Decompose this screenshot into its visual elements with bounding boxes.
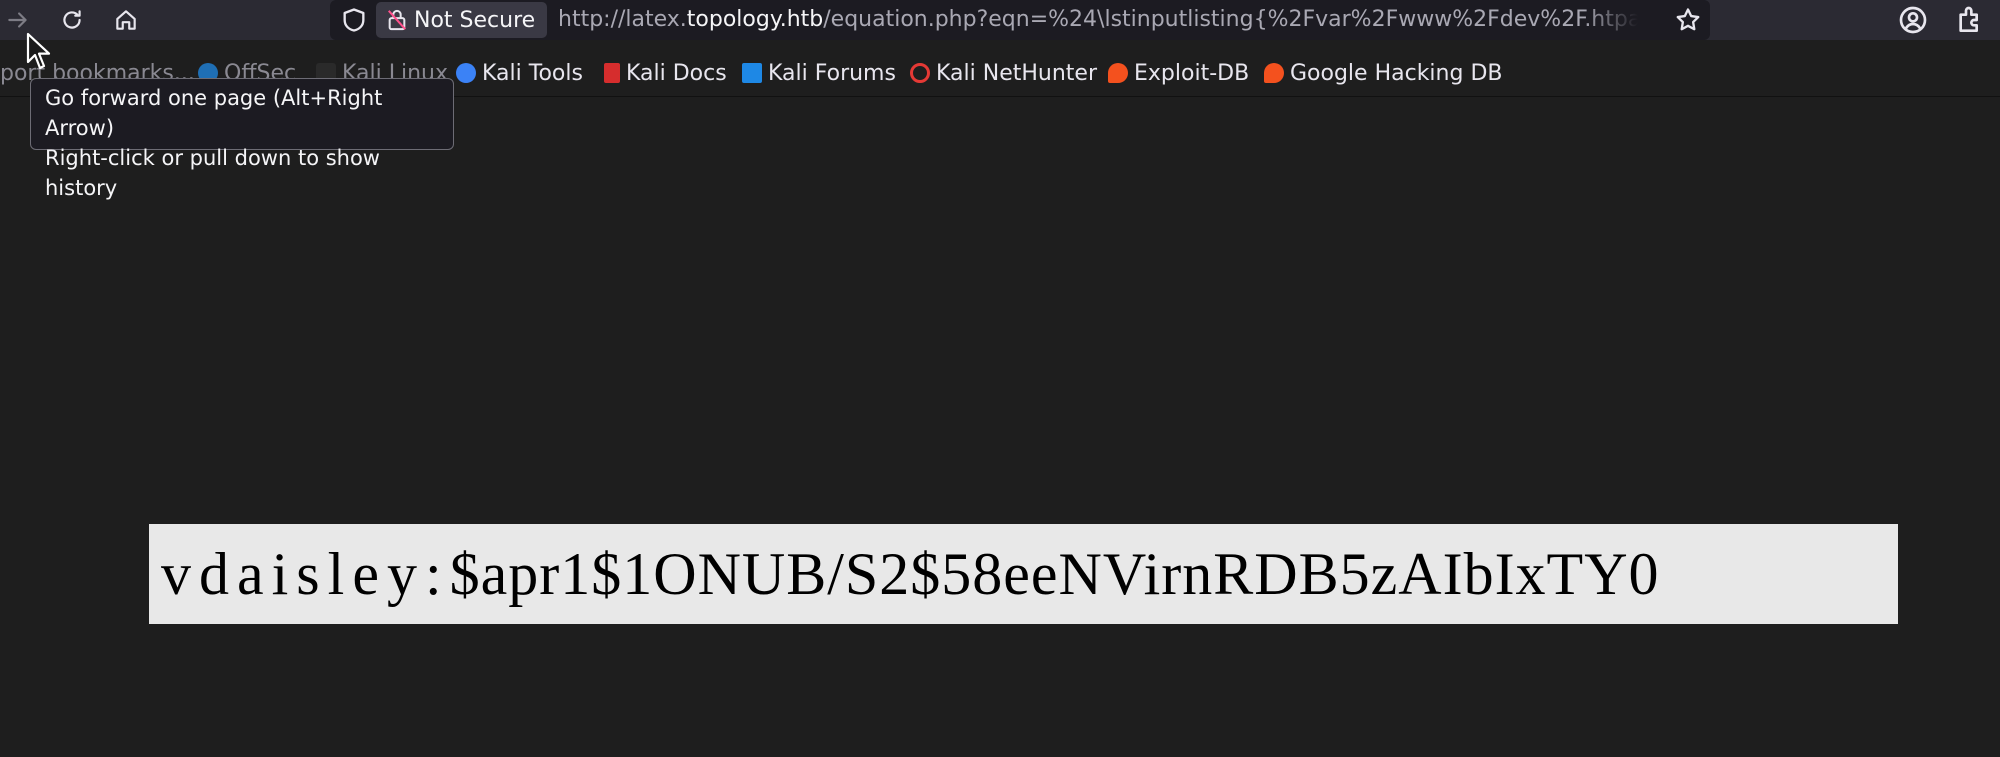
browser-window: Not Secure http://latex.topology.htb/equ…: [0, 0, 2000, 757]
account-icon[interactable]: [1897, 4, 1929, 36]
tooltip-line-2: Right-click or pull down to show history: [45, 146, 380, 200]
reload-icon: [63, 10, 81, 29]
equation-text: vdaisley:$apr1$1ONUB/S2$58eeNVirnRDB5zAI…: [161, 524, 1660, 624]
bookmark-label: Exploit-DB: [1134, 60, 1250, 86]
browser-toolbar: Not Secure http://latex.topology.htb/equ…: [0, 0, 2000, 40]
arrow-right-icon: [8, 12, 27, 28]
bookmark-kali-docs[interactable]: Kali Docs: [604, 55, 727, 91]
home-button[interactable]: [108, 2, 144, 38]
url-host: topology.htb: [686, 7, 824, 32]
bookmark-label: Kali Forums: [768, 60, 896, 86]
kali-forums-icon: [742, 63, 762, 83]
url-text[interactable]: http://latex.topology.htb/equation.php?e…: [558, 0, 1638, 40]
bookmark-star-icon[interactable]: [1674, 6, 1702, 34]
tracking-protection-shield-icon[interactable]: [340, 6, 368, 34]
htpasswd-hash: $apr1$1ONUB/S2$58eeNVirnRDB5zAIbIxTY0: [449, 541, 1660, 607]
bookmark-label: Kali Docs: [626, 60, 727, 86]
url-path: /equation.php?eqn=%24\lstinputlisting{%2…: [823, 7, 1638, 32]
exploit-db-icon: [1108, 63, 1128, 83]
bookmark-google-hacking-db[interactable]: Google Hacking DB: [1264, 55, 1502, 91]
mouse-cursor-icon: [26, 32, 51, 70]
bookmark-kali-forums[interactable]: Kali Forums: [742, 55, 896, 91]
tooltip-line-1: Go forward one page (Alt+Right Arrow): [45, 86, 383, 140]
bookmark-label: Kali Tools: [482, 60, 583, 86]
extensions-icon[interactable]: [1954, 4, 1986, 36]
kali-nethunter-icon: [910, 63, 930, 83]
bookmark-label: Google Hacking DB: [1290, 60, 1503, 86]
rendered-equation-image: vdaisley:$apr1$1ONUB/S2$58eeNVirnRDB5zAI…: [149, 524, 1898, 624]
url-bar[interactable]: Not Secure http://latex.topology.htb/equ…: [330, 0, 1710, 40]
bookmark-label: Kali NetHunter: [936, 60, 1097, 86]
security-label: Not Secure: [414, 7, 536, 33]
url-prefix: http://latex.: [558, 7, 687, 32]
security-indicator[interactable]: Not Secure: [376, 2, 548, 38]
bookmark-kali-nethunter[interactable]: Kali NetHunter: [910, 55, 1097, 91]
kali-docs-icon: [604, 63, 620, 83]
bookmark-kali-tools[interactable]: Kali Tools: [456, 55, 583, 91]
forward-button-tooltip: Go forward one page (Alt+Right Arrow) Ri…: [30, 78, 454, 200]
home-icon: [116, 10, 136, 30]
htpasswd-username: vdaisley:: [161, 541, 450, 607]
reload-button[interactable]: [54, 2, 90, 38]
kali-tools-icon: [456, 63, 476, 83]
google-hacking-db-icon: [1264, 63, 1284, 83]
bookmark-exploit-db[interactable]: Exploit-DB: [1108, 55, 1249, 91]
insecure-lock-icon: [388, 9, 406, 31]
